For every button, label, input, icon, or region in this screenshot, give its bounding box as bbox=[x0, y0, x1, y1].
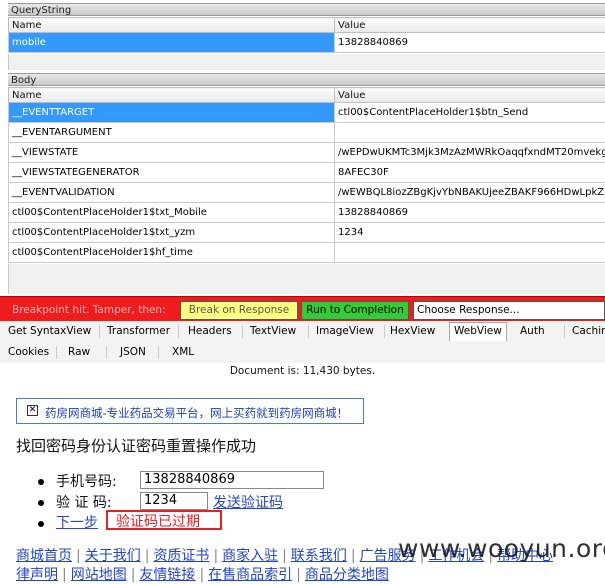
querystring-value-header[interactable]: Value bbox=[335, 18, 605, 33]
site-notice-banner: ✕ 药房网商城-专业药品交易平台，网上买药就到药房网商城！ bbox=[16, 398, 364, 424]
tab-separator bbox=[106, 346, 107, 359]
querystring-row-name[interactable]: mobile bbox=[9, 33, 335, 53]
tab-raw[interactable]: Raw bbox=[64, 343, 94, 362]
body-row-value[interactable]: 8AFEC30F bbox=[335, 163, 605, 183]
body-row-value[interactable]: /wEWBQL8iozZBgKjvYbNBAKUjeeZBAKF966HDwLp… bbox=[335, 183, 605, 203]
querystring-row[interactable]: mobile 13828840869 bbox=[9, 33, 605, 53]
close-x-icon[interactable]: ✕ bbox=[27, 405, 38, 416]
document-size-info: Document is: 11,430 bytes. bbox=[0, 365, 605, 377]
tab-separator bbox=[308, 325, 309, 338]
body-empty-area bbox=[8, 264, 605, 294]
next-step-link[interactable]: 下一步 bbox=[56, 512, 98, 532]
phone-label: 手机号码: bbox=[56, 471, 117, 491]
body-row-txt-mobile[interactable]: ctl00$ContentPlaceHolder1$txt_Mobile 138… bbox=[9, 203, 605, 223]
watermark-text: www.wooyun.org bbox=[398, 534, 605, 563]
inspector-tab-row-1: Get SyntaxView Transformer Headers TextV… bbox=[0, 321, 605, 342]
tab-transformer[interactable]: Transformer bbox=[103, 322, 174, 341]
body-row-hf-time[interactable]: ctl00$ContentPlaceHolder1$hf_time bbox=[9, 243, 605, 263]
footer-link-contact[interactable]: 联系我们 bbox=[291, 548, 347, 564]
error-message: 验证码已过期 bbox=[116, 511, 200, 531]
breakpoint-message: Breakpoint hit. Tamper, then: bbox=[12, 304, 166, 316]
footer-link-legal[interactable]: 律声明 bbox=[16, 567, 58, 583]
list-bullet bbox=[38, 521, 44, 527]
footer-link-home[interactable]: 商城首页 bbox=[16, 548, 72, 564]
querystring-row-value[interactable]: 13828840869 bbox=[335, 33, 605, 53]
body-value-header[interactable]: Value bbox=[335, 88, 605, 103]
body-row-value[interactable]: /wEPDwUKMTc3Mjk3MzAzMWRkOaqqfxndMT20mvek… bbox=[335, 143, 605, 163]
choose-response-dropdown[interactable]: Choose Response... bbox=[413, 301, 605, 320]
body-row-value[interactable]: 1234 bbox=[335, 223, 605, 243]
site-notice-text: 药房网商城-专业药品交易平台，网上买药就到药房网商城！ bbox=[45, 405, 348, 421]
body-row-value[interactable]: 13828840869 bbox=[335, 203, 605, 223]
code-input[interactable]: 1234 bbox=[140, 492, 208, 510]
body-row-viewstategenerator[interactable]: __VIEWSTATEGENERATOR 8AFEC30F bbox=[9, 163, 605, 183]
querystring-empty-area bbox=[8, 54, 605, 70]
tab-hexview[interactable]: HexView bbox=[386, 322, 439, 341]
tab-headers[interactable]: Headers bbox=[184, 322, 236, 341]
tab-json[interactable]: JSON bbox=[116, 343, 150, 362]
body-row-name[interactable]: __VIEWSTATEGENERATOR bbox=[9, 163, 335, 183]
footer-link-certificates[interactable]: 资质证书 bbox=[153, 548, 209, 564]
body-row-name[interactable]: ctl00$ContentPlaceHolder1$txt_Mobile bbox=[9, 203, 335, 223]
tab-webview[interactable]: WebView bbox=[449, 322, 507, 341]
break-on-response-button[interactable]: Break on Response bbox=[180, 301, 298, 320]
body-row-name[interactable]: ctl00$ContentPlaceHolder1$txt_yzm bbox=[9, 223, 335, 243]
run-to-completion-button[interactable]: Run to Completion bbox=[301, 301, 409, 320]
querystring-grid: Name Value mobile 13828840869 bbox=[8, 17, 605, 53]
body-row-value[interactable] bbox=[335, 243, 605, 263]
body-grid: Name Value __EVENTTARGET ctl00$ContentPl… bbox=[8, 87, 605, 263]
querystring-section-header: QueryString bbox=[8, 3, 605, 16]
body-row-value[interactable] bbox=[335, 123, 605, 143]
body-row-txt-yzm[interactable]: ctl00$ContentPlaceHolder1$txt_yzm 1234 bbox=[9, 223, 605, 243]
body-row-eventargument[interactable]: __EVENTARGUMENT bbox=[9, 123, 605, 143]
list-bullet bbox=[38, 500, 44, 506]
body-section-header: Body bbox=[8, 73, 605, 86]
body-row-name[interactable]: __EVENTTARGET bbox=[9, 103, 335, 123]
footer-link-friends[interactable]: 友情链接 bbox=[139, 567, 195, 583]
inspector-tab-row-2: Cookies Raw JSON XML bbox=[0, 342, 605, 363]
body-row-eventvalidation[interactable]: __EVENTVALIDATION /wEWBQL8iozZBgKjvYbNBA… bbox=[9, 183, 605, 203]
tab-separator bbox=[158, 346, 159, 359]
tab-separator bbox=[178, 325, 179, 338]
querystring-name-header[interactable]: Name bbox=[9, 18, 335, 33]
tab-xml[interactable]: XML bbox=[168, 343, 198, 362]
body-row-value[interactable]: ctl00$ContentPlaceHolder1$btn_Send bbox=[335, 103, 605, 123]
footer-link-sitemap[interactable]: 网站地图 bbox=[71, 567, 127, 583]
phone-input[interactable]: 13828840869 bbox=[140, 471, 324, 489]
body-row-name[interactable]: ctl00$ContentPlaceHolder1$hf_time bbox=[9, 243, 335, 263]
page-heading: 找回密码身份认证密码重置操作成功 bbox=[16, 435, 256, 456]
footer-link-merchant[interactable]: 商家入驻 bbox=[222, 548, 278, 564]
footer-links-line-2: 律声明|网站地图|友情链接|在售商品索引|商品分类地图 bbox=[16, 564, 389, 584]
body-name-header[interactable]: Name bbox=[9, 88, 335, 103]
body-row-viewstate[interactable]: __VIEWSTATE /wEPDwUKMTc3Mjk3MzAzMWRkOaqq… bbox=[9, 143, 605, 163]
tab-separator bbox=[56, 346, 57, 359]
tab-separator bbox=[564, 325, 565, 338]
send-code-link[interactable]: 发送验证码 bbox=[213, 492, 283, 512]
tab-auth[interactable]: Auth bbox=[516, 322, 549, 341]
tab-separator bbox=[242, 325, 243, 338]
tab-separator bbox=[384, 325, 385, 338]
tab-caching[interactable]: Caching bbox=[568, 322, 605, 341]
tab-imageview[interactable]: ImageView bbox=[312, 322, 378, 341]
list-bullet bbox=[38, 479, 44, 485]
body-row-name[interactable]: __EVENTVALIDATION bbox=[9, 183, 335, 203]
tab-textview[interactable]: TextView bbox=[246, 322, 300, 341]
code-label: 验 证 码: bbox=[56, 492, 112, 512]
footer-link-about[interactable]: 关于我们 bbox=[85, 548, 141, 564]
body-row-name[interactable]: __EVENTARGUMENT bbox=[9, 123, 335, 143]
footer-link-category-map[interactable]: 商品分类地图 bbox=[305, 567, 389, 583]
body-row-name[interactable]: __VIEWSTATE bbox=[9, 143, 335, 163]
body-row-eventtarget[interactable]: __EVENTTARGET ctl00$ContentPlaceHolder1$… bbox=[9, 103, 605, 123]
tab-separator bbox=[99, 325, 100, 338]
tab-cookies[interactable]: Cookies bbox=[4, 343, 53, 362]
tab-get-syntaxview[interactable]: Get SyntaxView bbox=[4, 322, 95, 341]
footer-link-product-index[interactable]: 在售商品索引 bbox=[208, 567, 292, 583]
